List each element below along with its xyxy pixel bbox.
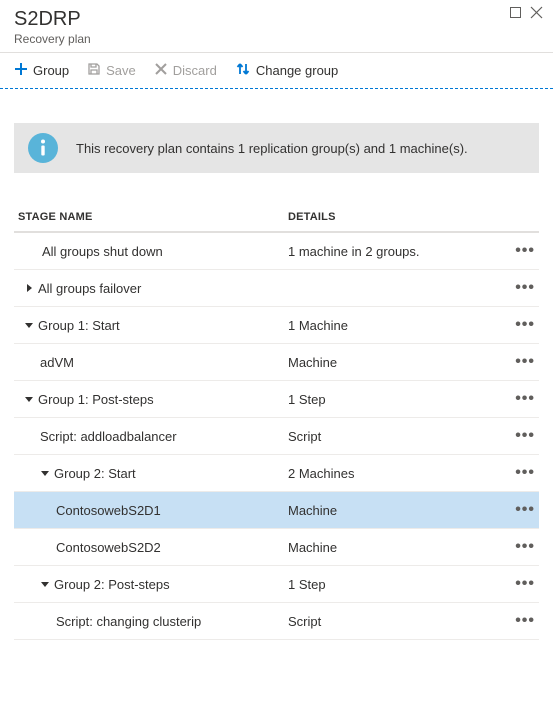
plus-icon [14,62,28,79]
chevron-right-icon[interactable] [24,284,34,292]
column-stage-name: STAGE NAME [18,211,288,223]
stage-name-cell: Group 2: Post-steps [18,577,288,592]
stage-name-cell: Script: addloadbalancer [18,429,288,444]
stage-detail-cell: 1 Step [288,392,505,407]
save-button[interactable]: Save [87,62,136,79]
row-actions-button[interactable]: ••• [505,353,535,371]
more-icon: ••• [515,612,535,629]
stages-table: STAGE NAME DETAILS All groups shut down 1… [0,203,553,640]
chevron-down-icon[interactable] [40,469,50,477]
toolbar: Group Save Discard Change group [0,53,553,89]
stage-name-label: Script: changing clusterip [56,614,201,629]
panel-header: S2DRP Recovery plan [0,0,553,52]
stage-detail-cell: Script [288,429,505,444]
stage-name-cell: Script: changing clusterip [18,614,288,629]
page-subtitle: Recovery plan [14,32,539,46]
restore-icon[interactable] [509,6,522,22]
stage-detail-cell: Machine [288,355,505,370]
more-icon: ••• [515,316,535,333]
close-icon[interactable] [530,6,543,22]
stage-name-cell: ContosowebS2D1 [18,503,288,518]
change-group-button[interactable]: Change group [235,61,338,80]
more-icon: ••• [515,464,535,481]
stage-name-cell: All groups failover [18,281,288,296]
table-row[interactable]: Script: changing clusterip Script ••• [14,603,539,640]
stage-name-label: Group 1: Start [38,318,120,333]
more-icon: ••• [515,575,535,592]
stage-name-cell: Group 1: Start [18,318,288,333]
group-label: Group [33,63,69,78]
chevron-down-icon[interactable] [24,321,34,329]
stage-detail-cell: Machine [288,503,505,518]
table-row[interactable]: Group 2: Start 2 Machines ••• [14,455,539,492]
more-icon: ••• [515,390,535,407]
stage-name-label: adVM [40,355,74,370]
row-actions-button[interactable]: ••• [505,390,535,408]
more-icon: ••• [515,242,535,259]
info-icon [28,133,58,163]
info-text: This recovery plan contains 1 replicatio… [76,141,468,156]
table-row[interactable]: ContosowebS2D2 Machine ••• [14,529,539,566]
row-actions-button[interactable]: ••• [505,538,535,556]
info-banner: This recovery plan contains 1 replicatio… [14,123,539,173]
stage-name-cell: adVM [18,355,288,370]
change-group-label: Change group [256,63,338,78]
row-actions-button[interactable]: ••• [505,501,535,519]
chevron-down-icon[interactable] [40,580,50,588]
stage-name-label: Script: addloadbalancer [40,429,177,444]
stage-detail-cell: Script [288,614,505,629]
column-actions [505,211,535,223]
stage-name-cell: Group 1: Post-steps [18,392,288,407]
row-actions-button[interactable]: ••• [505,464,535,482]
page-title: S2DRP [14,8,539,31]
save-label: Save [106,63,136,78]
stage-detail-cell: Machine [288,540,505,555]
stage-detail-cell: 1 Step [288,577,505,592]
stage-detail-cell: 1 machine in 2 groups. [288,244,505,259]
row-actions-button[interactable]: ••• [505,242,535,260]
stage-name-cell: All groups shut down [18,244,288,259]
more-icon: ••• [515,279,535,296]
table-row[interactable]: Script: addloadbalancer Script ••• [14,418,539,455]
swap-icon [235,61,251,80]
save-icon [87,62,101,79]
row-actions-button[interactable]: ••• [505,612,535,630]
stage-name-label: Group 1: Post-steps [38,392,154,407]
row-actions-button[interactable]: ••• [505,575,535,593]
stage-name-label: ContosowebS2D1 [56,503,161,518]
stage-name-label: ContosowebS2D2 [56,540,161,555]
group-button[interactable]: Group [14,62,69,79]
chevron-down-icon[interactable] [24,395,34,403]
stage-name-label: All groups shut down [42,244,163,259]
stage-detail-cell: 1 Machine [288,318,505,333]
more-icon: ••• [515,501,535,518]
stage-name-label: Group 2: Post-steps [54,577,170,592]
table-row[interactable]: All groups shut down 1 machine in 2 group… [14,233,539,270]
table-row[interactable]: adVM Machine ••• [14,344,539,381]
row-actions-button[interactable]: ••• [505,316,535,334]
table-row[interactable]: Group 1: Start 1 Machine ••• [14,307,539,344]
table-row[interactable]: Group 2: Post-steps 1 Step ••• [14,566,539,603]
more-icon: ••• [515,353,535,370]
table-row[interactable]: Group 1: Post-steps 1 Step ••• [14,381,539,418]
discard-button[interactable]: Discard [154,62,217,79]
table-row[interactable]: All groups failover ••• [14,270,539,307]
column-details: DETAILS [288,211,505,223]
row-actions-button[interactable]: ••• [505,427,535,445]
row-actions-button[interactable]: ••• [505,279,535,297]
stage-name-label: All groups failover [38,281,141,296]
table-header: STAGE NAME DETAILS [14,203,539,233]
more-icon: ••• [515,538,535,555]
stage-name-cell: Group 2: Start [18,466,288,481]
window-controls [509,6,543,22]
stage-name-cell: ContosowebS2D2 [18,540,288,555]
more-icon: ••• [515,427,535,444]
stage-detail-cell: 2 Machines [288,466,505,481]
discard-label: Discard [173,63,217,78]
stage-name-label: Group 2: Start [54,466,136,481]
discard-icon [154,62,168,79]
table-row[interactable]: ContosowebS2D1 Machine ••• [14,492,539,529]
